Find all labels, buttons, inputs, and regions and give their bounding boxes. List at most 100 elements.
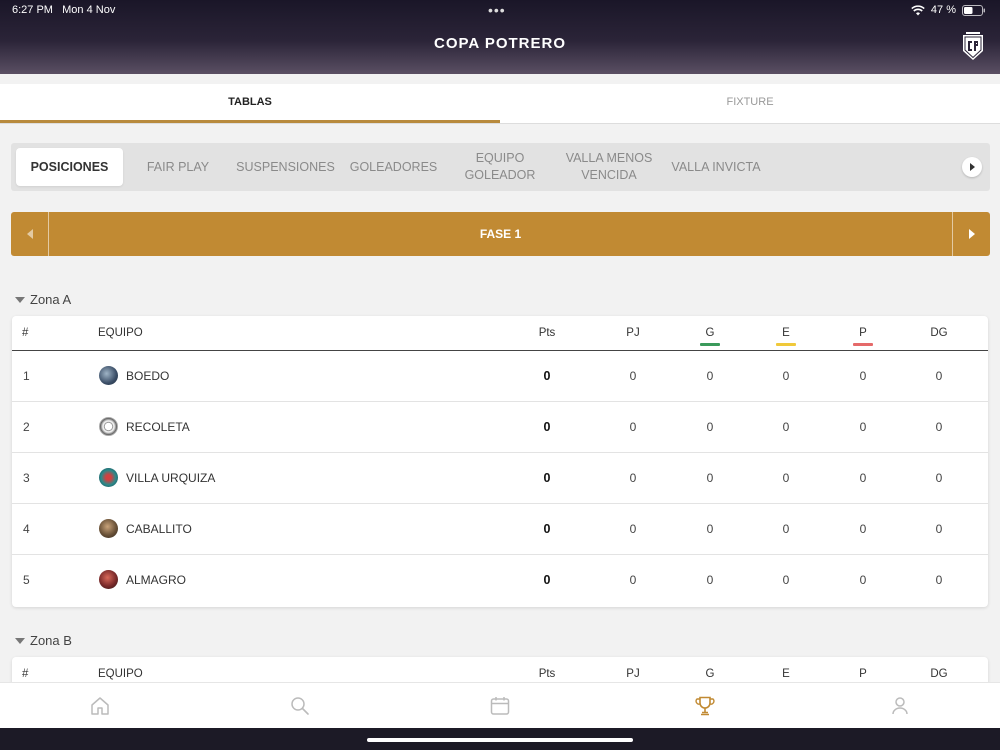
rank-cell: 3 [23,471,30,485]
dg-cell: 0 [935,471,943,485]
win-color-bar [700,343,720,346]
pts-cell: 0 [543,369,551,383]
pts-cell: 0 [543,471,551,485]
subtab-goleadores[interactable]: GOLEADORES [341,143,446,191]
team-name: BOEDO [126,369,170,383]
collapse-triangle-icon [15,637,25,644]
tab-fixture[interactable]: FIXTURE [500,84,1000,123]
date-text: Mon 4 Nov [62,4,116,16]
g-cell: 0 [706,369,714,383]
subtab-valla-invicta[interactable]: VALLA INVICTA [666,143,766,191]
e-cell: 0 [782,420,790,434]
subtab-suspensiones[interactable]: SUSPENSIONES [233,143,338,191]
pj-cell: 0 [629,522,637,536]
phase-prev-button[interactable] [11,212,49,256]
subtab-fair-play[interactable]: FAIR PLAY [128,143,228,191]
wifi-icon [911,4,925,15]
col-team: EQUIPO [98,668,143,680]
phase-selector: FASE 1 [11,212,990,256]
col-pj: PJ [626,668,640,680]
e-cell: 0 [782,522,790,536]
col-rank: # [22,668,29,680]
collapse-triangle-icon [15,296,25,303]
g-cell: 0 [706,420,714,434]
chevron-right-icon [970,163,975,171]
zone-a-toggle[interactable]: Zona A [15,292,71,307]
chevron-left-icon [26,229,33,239]
app-title: COPA POTRERO [433,35,566,52]
table-row[interactable]: 1 BOEDO 0 0 0 0 0 0 [12,351,988,402]
e-cell: 0 [782,471,790,485]
chevron-right-icon [968,229,975,239]
multitask-dots-icon[interactable]: ••• [488,2,506,18]
home-indicator-area [0,728,1000,750]
col-dg: DG [930,327,948,339]
team-name: CABALLITO [126,522,192,536]
zone-a-title: Zona A [30,292,72,307]
col-p: P [859,668,867,680]
tab-tablas[interactable]: TABLAS [0,84,500,123]
stats-subtabs: POSICIONES FAIR PLAY SUSPENSIONES GOLEAD… [11,143,990,191]
table-row[interactable]: 3 VILLA URQUIZA 0 0 0 0 0 0 [12,453,988,504]
col-g: G [705,668,715,680]
p-cell: 0 [859,420,867,434]
dg-cell: 0 [935,369,943,383]
calendar-icon[interactable] [489,695,511,717]
home-icon[interactable] [89,695,111,717]
trophy-icon[interactable] [694,695,716,717]
subtab-equipo-goleador[interactable]: EQUIPO GOLEADOR [456,143,544,191]
g-cell: 0 [706,522,714,536]
e-cell: 0 [782,369,790,383]
subtab-valla-menos-vencida[interactable]: VALLA MENOS VENCIDA [559,143,659,191]
battery-text: 47 % [930,4,956,16]
main-tabs: TABLAS FIXTURE [0,84,1000,123]
rank-cell: 2 [23,420,30,434]
team-crest-icon [99,468,118,487]
g-cell: 0 [706,471,714,485]
p-cell: 0 [859,522,867,536]
col-pts: Pts [538,327,556,339]
rank-cell: 5 [23,573,30,587]
bottom-navigation [0,682,1000,728]
col-p: P [859,327,867,339]
status-time: 6:27 PM Mon 4 Nov [12,4,115,16]
col-e: E [782,327,790,339]
pj-cell: 0 [629,573,637,587]
subtab-posiciones[interactable]: POSICIONES [16,148,123,186]
table-header: # EQUIPO Pts PJ G E P DG [12,316,988,351]
col-pts: Pts [538,668,556,680]
e-cell: 0 [782,573,790,587]
time-text: 6:27 PM [12,4,53,16]
col-e: E [782,668,790,680]
app-header: 6:27 PM Mon 4 Nov ••• 47 % COPA POTRERO [0,0,1000,74]
subtabs-next-button[interactable] [962,157,982,177]
pts-cell: 0 [543,420,551,434]
zone-b-toggle[interactable]: Zona B [15,633,72,648]
draw-color-bar [776,343,796,346]
pts-cell: 0 [543,573,551,587]
team-name: VILLA URQUIZA [126,471,216,485]
loss-color-bar [853,343,873,346]
home-indicator[interactable] [367,738,633,742]
col-rank: # [22,327,29,339]
table-row[interactable]: 5 ALMAGRO 0 0 0 0 0 0 [12,555,988,606]
col-team: EQUIPO [98,327,143,339]
zone-b-title: Zona B [30,633,72,648]
team-crest-icon [99,417,118,436]
table-row[interactable]: 2 RECOLETA 0 0 0 0 0 0 [12,402,988,453]
table-row[interactable]: 4 CABALLITO 0 0 0 0 0 0 [12,504,988,555]
zone-a-table: # EQUIPO Pts PJ G E P DG 1 BOEDO 0 0 0 0… [12,316,988,607]
phase-next-button[interactable] [952,212,990,256]
col-pj: PJ [626,327,640,339]
dg-cell: 0 [935,573,943,587]
phase-label: FASE 1 [479,227,522,241]
battery-icon [962,4,985,16]
rank-cell: 1 [23,369,30,383]
pj-cell: 0 [629,420,637,434]
search-icon[interactable] [289,695,311,717]
p-cell: 0 [859,573,867,587]
pts-cell: 0 [543,522,551,536]
status-right: 47 % [911,4,986,16]
g-cell: 0 [706,573,714,587]
profile-icon[interactable] [889,695,911,717]
